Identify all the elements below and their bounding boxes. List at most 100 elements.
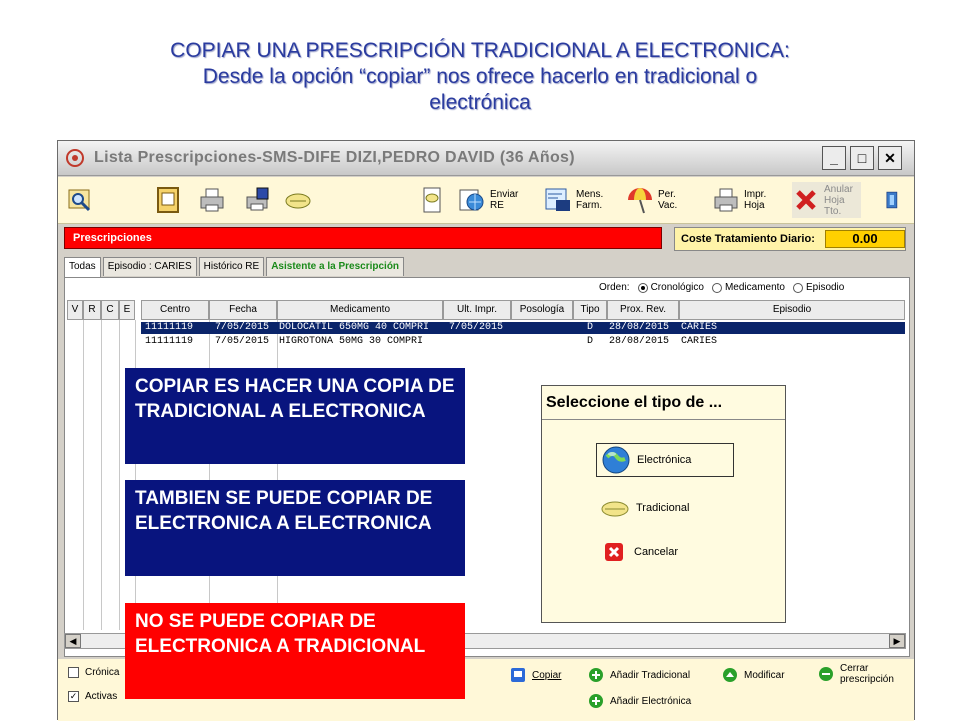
red-cross-icon [796,190,816,210]
column-header-r[interactable]: R [83,300,101,320]
cerrar-prescripcion-label: Cerrar prescripción [840,663,894,685]
orden-radio-episodio[interactable] [792,282,803,293]
column-divider [101,320,102,630]
activas-checkbox-box[interactable]: ✓ [68,691,79,702]
prescripciones-bar: Prescripciones [64,227,662,249]
pill-tool-button[interactable] [284,182,312,218]
enviar-re-label: Enviar RE [490,189,519,211]
cronicas-checkbox-box[interactable] [68,667,79,678]
annotation-copiar-tradicional: COPIAR ES HACER UNA COPIA DE TRADICIONAL… [125,368,465,464]
table-row-selected[interactable]: 11111119 7/05/2015 DOLOCATIL 650MG 40 CO… [141,322,905,334]
add-icon [589,694,603,708]
cancel-x-icon [605,543,623,561]
cerrar-prescripcion-button[interactable]: Cerrar prescripción [818,663,894,685]
cell-centro: 11111119 [145,336,194,347]
column-header-fecha[interactable]: Fecha [209,300,277,320]
window-titlebar[interactable]: Lista Prescripciones-SMS-DIFE DIZI,PEDRO… [58,141,914,176]
main-toolbar: Enviar RE Mens. Farm. Per. Vac. Impr. Ho… [58,177,914,224]
tab-episodio[interactable]: Episodio : CARIES [102,257,197,276]
maximize-button[interactable]: □ [850,146,874,170]
cell-prox-rev: 28/08/2015 [609,322,670,333]
column-header-c[interactable]: C [101,300,119,320]
scroll-right-icon[interactable]: ▶ [889,634,905,648]
column-divider [135,320,136,630]
receta-tool-button[interactable] [418,182,446,218]
printer-icon [200,188,224,212]
column-header-prox-rev[interactable]: Prox. Rev. [607,300,679,320]
electronica-label: Electrónica [637,454,692,466]
activas-label: Activas [85,691,118,702]
column-header-centro[interactable]: Centro [141,300,209,320]
anadir-tradicional-button[interactable]: Añadir Tradicional [588,667,690,683]
anadir-electronica-button[interactable]: Añadir Electrónica [588,693,691,709]
orden-group: Orden: Cronológico Medicamento Episodio [599,282,844,293]
globe-icon [602,446,630,474]
modify-icon [723,668,737,682]
mens-farm-label: Mens. Farm. [576,189,604,211]
document-tool-button[interactable] [154,182,182,218]
electronica-option-button[interactable]: Electrónica [596,443,734,477]
cancelar-label: Cancelar [634,546,679,558]
per-vac-label: Per. Vac. [658,189,678,211]
prescription-tabs: Todas Episodio : CARIES Histórico RE Asi… [64,257,406,278]
coste-label: Coste Tratamiento Diario: [681,233,815,245]
minimize-button[interactable]: _ [822,146,846,170]
exit-button[interactable] [884,182,904,218]
anadir-electronica-label: Añadir Electrónica [610,695,692,707]
cell-fecha: 7/05/2015 [215,322,270,333]
anular-hoja-button[interactable]: Anular Hoja Tto. [792,182,861,218]
imprimir-hoja-button[interactable]: Impr. Hoja [712,182,766,218]
orden-option-medicamento: Medicamento [724,282,785,293]
periodo-vacaciones-button[interactable]: Per. Vac. [626,182,677,218]
orden-radio-medicamento[interactable] [711,282,722,293]
tab-asistente[interactable]: Asistente a la Prescripción [266,257,405,276]
print-save-button[interactable] [242,182,270,218]
exit-door-icon [886,191,898,209]
tab-todas[interactable]: Todas [64,257,101,278]
copiar-button[interactable]: Copiar [510,667,561,683]
modificar-button[interactable]: Modificar [722,667,785,683]
cancelar-option-button[interactable]: Cancelar [596,535,678,569]
tradicional-label: Tradicional [636,502,690,514]
column-header-tipo[interactable]: Tipo [573,300,607,320]
scroll-left-icon[interactable]: ◀ [65,634,81,648]
print-button[interactable] [198,182,226,218]
cell-centro: 11111119 [145,322,194,333]
table-row[interactable]: 11111119 7/05/2015 HIGROTONA 50MG 30 COM… [141,336,905,348]
mensaje-farmacia-button[interactable]: Mens. Farm. [544,182,603,218]
enviar-re-button[interactable]: Enviar RE [458,182,518,218]
send-globe-icon [459,189,484,211]
slide-title-line-3: electrónica [429,91,531,114]
column-header-medicamento[interactable]: Medicamento [277,300,443,320]
column-header-episodio[interactable]: Episodio [679,300,905,320]
cronicas-checkbox[interactable]: Crónica [68,667,119,678]
cell-tipo: D [587,322,594,333]
annotation-no-copiar: NO SE PUEDE COPIAR DE ELECTRONICA A TRAD… [125,603,465,699]
column-divider [83,320,84,630]
column-header-ult-impr[interactable]: Ult. Impr. [443,300,511,320]
column-divider [119,320,120,630]
search-tool-button[interactable] [66,182,94,218]
column-header-v[interactable]: V [67,300,83,320]
column-divider [209,320,210,630]
column-header-posologia[interactable]: Posología [511,300,573,320]
activas-checkbox[interactable]: ✓ Activas [68,691,117,702]
anadir-tradicional-label: Añadir Tradicional [610,669,691,681]
close-window-button[interactable]: ✕ [878,146,902,170]
copy-icon [511,668,525,682]
column-header-e[interactable]: E [119,300,135,320]
impr-hoja-label: Impr. Hoja [744,189,767,211]
cronicas-label: Crónica [85,667,120,678]
orden-label: Orden: [599,282,630,293]
pill-icon [601,501,629,517]
printer-disk-icon [246,187,269,211]
cell-episodio: CARIES [681,336,718,347]
orden-radio-cronologico[interactable] [637,282,648,293]
window-title: Lista Prescripciones-SMS-DIFE DIZI,PEDRO… [94,149,575,166]
tab-historico-re[interactable]: Histórico RE [198,257,265,276]
tradicional-option-button[interactable]: Tradicional [596,491,689,525]
copiar-label: Copiar [532,669,562,681]
remove-icon [819,667,833,681]
cell-ult-impr: 7/05/2015 [449,322,504,333]
app-icon [66,149,84,167]
